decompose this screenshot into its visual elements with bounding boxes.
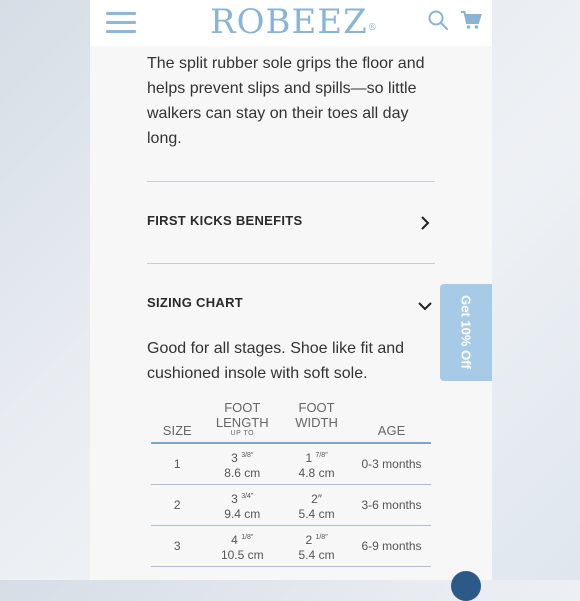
brand-logo[interactable]: ROBEEZ® bbox=[210, 2, 377, 42]
age-cell: 6-9 months bbox=[352, 525, 431, 567]
width-inches: 2″ bbox=[311, 491, 323, 506]
header-foot-width: FOOT WIDTH x bbox=[281, 396, 353, 444]
product-description: The split rubber sole grips the floor an… bbox=[147, 55, 425, 147]
length-cm: 10.5 cm bbox=[220, 547, 264, 562]
section-divider bbox=[147, 181, 435, 182]
table-row: 23 3/4″ 9.4 cm 2″ 5.4 cm 3-6 months bbox=[151, 484, 431, 526]
length-inches: 4 bbox=[231, 532, 238, 547]
table-row: 44 1/2″2 1/4″9-12 months bbox=[151, 566, 431, 580]
length-fraction: 1/8″ bbox=[241, 533, 254, 541]
size-cell: 3 bbox=[151, 525, 204, 567]
width-cm: 5.4 cm bbox=[298, 506, 335, 521]
size-cell: 4 bbox=[151, 566, 204, 580]
section-divider bbox=[147, 263, 435, 264]
chevron-down-icon[interactable] bbox=[417, 298, 433, 314]
width-inches: 1 bbox=[305, 450, 313, 465]
width-fraction: 7/8″ bbox=[315, 451, 328, 459]
foot-length-cell: 3 3/4″ 9.4 cm bbox=[203, 484, 282, 526]
trademark-mark: ® bbox=[367, 23, 378, 33]
length-inches: 3 bbox=[231, 450, 238, 465]
length-cm: 9.4 cm bbox=[224, 506, 261, 521]
header-foot-length-label: FOOT LENGTH bbox=[215, 400, 269, 430]
table-header-row: SIZE FOOT LENGTH UP TO FOOT WIDTH x AGE bbox=[151, 396, 431, 444]
table-row: 1 3 3/8″ 8.6 cm 1 7/8″ 4.8 cm 0-3 months bbox=[151, 443, 431, 485]
product-details: The split rubber sole grips the floor an… bbox=[90, 46, 492, 580]
length-fraction: 3/4″ bbox=[241, 492, 254, 500]
length-cm: 8.6 cm bbox=[224, 465, 261, 480]
foot-width-cell: 2 1/8″ 5.4 cm bbox=[281, 525, 353, 567]
width-cm: 5.4 cm bbox=[298, 547, 335, 562]
header-age: AGE bbox=[352, 396, 431, 444]
size-cell: 1 bbox=[151, 443, 204, 485]
width-inches: 2 bbox=[305, 532, 313, 547]
hamburger-menu-icon[interactable] bbox=[106, 12, 136, 34]
discount-tab[interactable]: Get 10% Off bbox=[440, 284, 492, 381]
discount-tab-label: Get 10% Off bbox=[458, 295, 474, 369]
sizing-description: Good for all stages. Shoe like fit and c… bbox=[147, 340, 405, 382]
chevron-right-icon[interactable] bbox=[417, 215, 433, 231]
foot-width-cell: 2 1/4″ bbox=[281, 566, 353, 580]
width-cm: 4.8 cm bbox=[298, 465, 335, 480]
header-foot-width-label: FOOT WIDTH bbox=[295, 400, 338, 430]
header-foot-length: FOOT LENGTH UP TO bbox=[203, 396, 282, 444]
header-foot-length-note: UP TO bbox=[230, 430, 255, 437]
foot-length-cell: 4 1/2″ bbox=[203, 566, 282, 580]
size-cell: 2 bbox=[151, 484, 204, 526]
chat-bubble[interactable] bbox=[451, 571, 481, 601]
foot-width-cell: 2″ 5.4 cm bbox=[281, 484, 353, 526]
search-icon[interactable] bbox=[428, 10, 448, 30]
length-inches: 3 bbox=[231, 491, 238, 506]
width-fraction: 1/8″ bbox=[315, 533, 328, 541]
table-row: 3 4 1/8″ 10.5 cm 2 1/8″ 5.4 cm 6-9 months bbox=[151, 525, 431, 567]
brand-name: ROBEEZ bbox=[210, 2, 368, 42]
mobile-page: ROBEEZ® The split rubber sole grips the … bbox=[90, 0, 492, 580]
benefits-heading[interactable]: FIRST KICKS BENEFITS bbox=[147, 213, 303, 228]
foot-length-cell: 3 3/8″ 8.6 cm bbox=[203, 443, 282, 485]
age-cell: 0-3 months bbox=[352, 443, 431, 485]
header-size: SIZE bbox=[151, 396, 204, 444]
foot-length-cell: 4 1/8″ 10.5 cm bbox=[203, 525, 282, 567]
age-cell: 9-12 months bbox=[352, 566, 431, 580]
site-header: ROBEEZ® bbox=[90, 0, 492, 46]
length-fraction: 3/8″ bbox=[241, 451, 254, 459]
sizing-table: SIZE FOOT LENGTH UP TO FOOT WIDTH x AGE … bbox=[151, 396, 431, 580]
foot-width-cell: 1 7/8″ 4.8 cm bbox=[281, 443, 353, 485]
age-cell: 3-6 months bbox=[352, 484, 431, 526]
cart-icon[interactable] bbox=[460, 9, 482, 31]
sizing-chart-heading[interactable]: SIZING CHART bbox=[147, 295, 243, 310]
